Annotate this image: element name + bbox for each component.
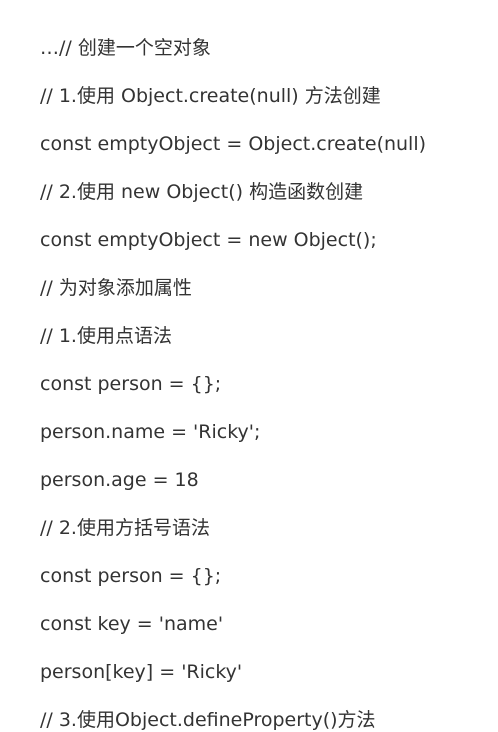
code-line: person[key] = 'Ricky': [40, 661, 243, 683]
comment-line: // 1.使用 Object.create(null) 方法创建: [40, 85, 381, 107]
comment-line: // 1.使用点语法: [40, 325, 172, 347]
code-line: person.age = 18: [40, 469, 199, 491]
code-line: const person = {};: [40, 565, 222, 587]
comment-line: // 3.使用Object.defineProperty()方法: [40, 709, 376, 731]
code-line: const emptyObject = new Object();: [40, 229, 377, 251]
code-line: const key = 'name': [40, 613, 224, 635]
code-line: person.name = 'Ricky';: [40, 421, 261, 443]
comment-line: // 2.使用方括号语法: [40, 517, 210, 539]
comment-line: // 为对象添加属性: [40, 277, 192, 299]
comment-line: // 2.使用 new Object() 构造函数创建: [40, 181, 364, 203]
code-line: const emptyObject = Object.create(null): [40, 133, 427, 155]
comment-line: …// 创建一个空对象: [40, 37, 211, 59]
code-line: const person = {};: [40, 373, 222, 395]
